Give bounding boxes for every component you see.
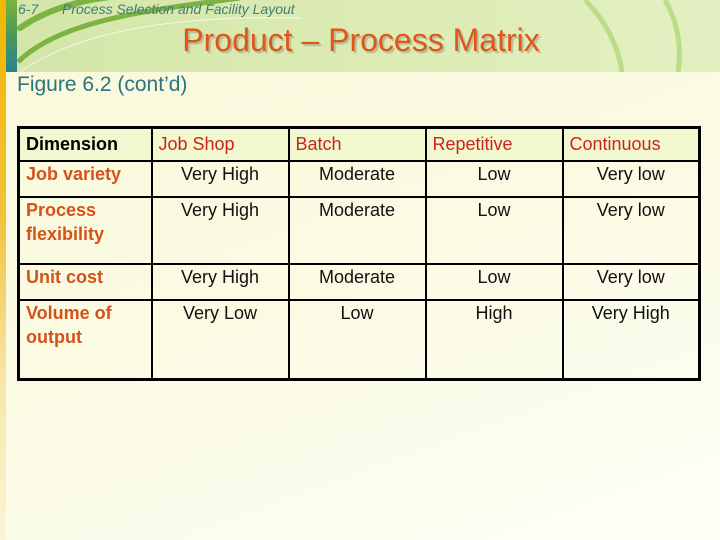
table-header-row: Dimension Job Shop Batch Repetitive Cont… [17, 126, 701, 162]
table-cell: Very low [561, 159, 701, 198]
column-header-repetitive: Repetitive [424, 126, 564, 162]
table-cell: Very High [150, 262, 290, 301]
table-cell: Very low [561, 195, 701, 265]
table-cell: Very low [561, 262, 701, 301]
row-label: Volume of output [17, 298, 153, 380]
column-header-batch: Batch [287, 126, 427, 162]
figure-label: Figure 6.2 (cont’d) [17, 73, 188, 96]
matrix-table: Dimension Job Shop Batch Repetitive Cont… [17, 126, 701, 381]
left-accent-strip [0, 0, 6, 540]
table-row: Process flexibility Very High Moderate L… [17, 195, 701, 265]
column-header-continuous: Continuous [561, 126, 701, 162]
column-header-dimension: Dimension [17, 126, 153, 162]
table-cell: Very Low [150, 298, 290, 380]
table-cell: Low [424, 159, 564, 198]
table-cell: Very High [561, 298, 701, 380]
table-row: Job variety Very High Moderate Low Very … [17, 159, 701, 198]
row-label: Process flexibility [17, 195, 153, 265]
course-title: Process Selection and Facility Layout [62, 1, 295, 17]
slide-title: Product – Process Matrix [182, 22, 540, 58]
column-header-job-shop: Job Shop [150, 126, 290, 162]
table-row: Unit cost Very High Moderate Low Very lo… [17, 262, 701, 301]
table-cell: Very High [150, 195, 290, 265]
table-cell: Moderate [287, 159, 427, 198]
table-cell: Low [424, 195, 564, 265]
product-process-matrix: Dimension Job Shop Batch Repetitive Cont… [17, 126, 701, 381]
table-row: Volume of output Very Low Low High Very … [17, 298, 701, 380]
table-cell: Very High [150, 159, 290, 198]
row-label: Unit cost [17, 262, 153, 301]
table-cell: Moderate [287, 262, 427, 301]
row-label: Job variety [17, 159, 153, 198]
table-cell: Moderate [287, 195, 427, 265]
table-cell: Low [287, 298, 427, 380]
table-cell: High [424, 298, 564, 380]
table-cell: Low [424, 262, 564, 301]
slide-number: 6-7 [18, 1, 39, 17]
